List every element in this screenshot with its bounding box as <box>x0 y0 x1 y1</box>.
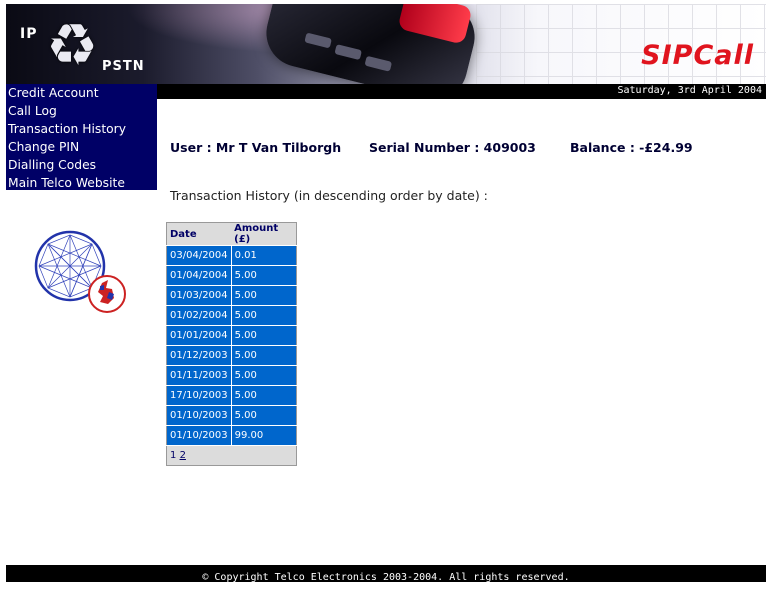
amount-cell: 5.00 <box>231 385 297 406</box>
serial-number: Serial Number : 409003 <box>369 140 536 155</box>
amount-cell: 5.00 <box>231 325 297 346</box>
page-heading: Transaction History (in descending order… <box>170 188 488 203</box>
pager: 1 2 <box>166 445 297 466</box>
table-row: 01/02/2004 5.00 <box>166 305 297 326</box>
menu-call-log[interactable]: Call Log <box>6 102 157 120</box>
table-row: 01/10/2003 5.00 <box>166 405 297 426</box>
table-row: 01/03/2004 5.00 <box>166 285 297 306</box>
balance: Balance : -£24.99 <box>570 140 693 155</box>
table-row: 01/04/2004 5.00 <box>166 265 297 286</box>
device-key <box>364 55 393 72</box>
amount-cell: 0.01 <box>231 245 297 266</box>
amount-cell: 99.00 <box>231 425 297 446</box>
recycle-icon: ♻ <box>46 11 98 79</box>
column-header-date: Date <box>166 222 232 246</box>
date-cell: 01/10/2003 <box>166 405 232 426</box>
date-cell: 01/10/2003 <box>166 425 232 446</box>
sidebar-menu: Credit Account Call Log Transaction Hist… <box>6 84 157 190</box>
menu-dialling-codes[interactable]: Dialling Codes <box>6 156 157 174</box>
amount-cell: 5.00 <box>231 305 297 326</box>
date-cell: 01/11/2003 <box>166 365 232 386</box>
amount-cell: 5.00 <box>231 285 297 306</box>
date-cell: 01/03/2004 <box>166 285 232 306</box>
table-header-row: Date Amount (£) <box>166 222 297 246</box>
pager-row: 1 2 <box>166 445 297 466</box>
table-row: 01/10/2003 99.00 <box>166 425 297 446</box>
amount-cell: 5.00 <box>231 345 297 366</box>
menu-main-telco-website[interactable]: Main Telco Website <box>6 174 157 192</box>
logo-ip-label: IP <box>20 26 38 42</box>
device-key <box>334 44 363 61</box>
menu-transaction-history[interactable]: Transaction History <box>6 120 157 138</box>
amount-cell: 5.00 <box>231 265 297 286</box>
table-row: 03/04/2004 0.01 <box>166 245 297 266</box>
date-cell: 01/02/2004 <box>166 305 232 326</box>
page-1: 1 <box>170 450 177 461</box>
header-banner: ♻ IP PSTN SIPCall <box>6 4 766 84</box>
copyright-text: © Copyright Telco Electronics 2003-2004.… <box>202 572 570 583</box>
menu-change-pin[interactable]: Change PIN <box>6 138 157 156</box>
device-key <box>304 32 332 49</box>
amount-cell: 5.00 <box>231 365 297 386</box>
footer-bar: © Copyright Telco Electronics 2003-2004.… <box>6 565 766 583</box>
column-header-amount: Amount (£) <box>231 222 297 246</box>
table-row: 01/01/2004 5.00 <box>166 325 297 346</box>
page-2-link[interactable]: 2 <box>180 450 186 461</box>
table-row: 17/10/2003 5.00 <box>166 385 297 406</box>
date-cell: 01/04/2004 <box>166 265 232 286</box>
date-cell: 17/10/2003 <box>166 385 232 406</box>
amount-cell: 5.00 <box>231 405 297 426</box>
date-cell: 01/01/2004 <box>166 325 232 346</box>
date-cell: 01/12/2003 <box>166 345 232 366</box>
brand-logo: SIPCall <box>641 40 754 71</box>
phone-device-image <box>259 4 482 84</box>
transaction-table: Date Amount (£) 03/04/2004 0.01 01/04/200… <box>166 222 297 466</box>
logo-pstn-label: PSTN <box>102 59 145 74</box>
date-cell: 03/04/2004 <box>166 245 232 266</box>
table-row: 01/11/2003 5.00 <box>166 365 297 386</box>
user-name: User : Mr T Van Tilborgh <box>170 140 342 155</box>
globe-network-logo <box>34 228 130 318</box>
table-row: 01/12/2003 5.00 <box>166 345 297 366</box>
menu-credit-account[interactable]: Credit Account <box>6 84 157 102</box>
current-date: Saturday, 3rd April 2004 <box>617 85 763 96</box>
device-red-panel <box>397 4 473 45</box>
